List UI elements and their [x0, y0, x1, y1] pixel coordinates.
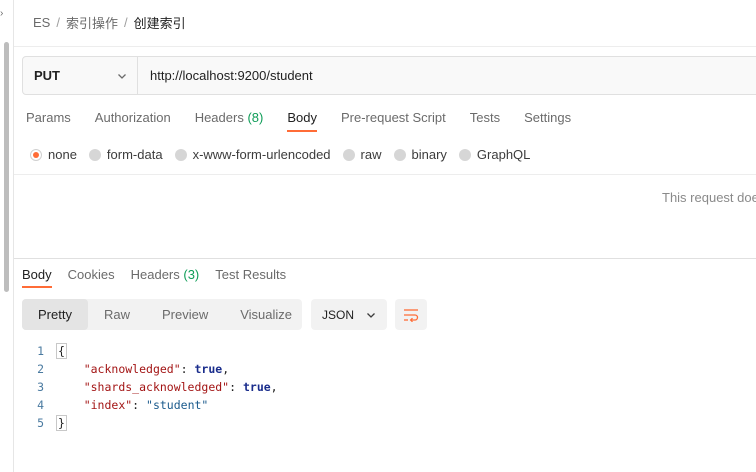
response-tab-cookies[interactable]: Cookies	[68, 267, 115, 288]
tab-settings[interactable]: Settings	[524, 110, 571, 132]
code-line: 2 "acknowledged": true,	[22, 360, 278, 378]
response-tab-headers[interactable]: Headers (3)	[131, 267, 200, 288]
tab-label: Body	[287, 110, 317, 125]
json-key: "index"	[83, 398, 133, 412]
breadcrumb-folder[interactable]: 索引操作	[66, 13, 118, 32]
radio-dot	[393, 148, 406, 161]
response-view-toggle: Pretty Raw Preview Visualize	[22, 299, 302, 330]
format-label: JSON	[322, 307, 355, 322]
response-format-select[interactable]: JSON	[311, 299, 387, 330]
radio-dot	[342, 148, 355, 161]
tab-label: Cookies	[67, 267, 115, 282]
response-tab-body[interactable]: Body	[22, 267, 52, 288]
wrap-lines-button[interactable]	[395, 299, 427, 330]
code-line: 1 {	[22, 342, 278, 360]
json-key: "shards_acknowledged"	[83, 380, 230, 394]
breadcrumb-request-name[interactable]: 创建索引	[134, 13, 186, 32]
breadcrumb-separator: /	[123, 15, 128, 30]
open-brace: {	[56, 343, 67, 359]
tab-count-badge: (8)	[247, 110, 264, 125]
json-comma: ,	[270, 380, 278, 394]
view-raw-button[interactable]: Raw	[88, 299, 146, 330]
tab-label: Headers	[194, 110, 244, 125]
sidebar-scrollbar[interactable]	[4, 42, 9, 292]
json-value: true	[242, 380, 271, 394]
no-body-message: This request doe	[662, 190, 756, 205]
line-number: 5	[37, 416, 44, 430]
radio-dot	[30, 148, 42, 161]
response-code-viewer[interactable]: 1 { 2 "acknowledged": true, 3 "shards_ac…	[22, 342, 278, 432]
tab-pre-request-script[interactable]: Pre-request Script	[341, 110, 446, 132]
tab-body[interactable]: Body	[287, 110, 317, 132]
json-comma: ,	[222, 362, 230, 376]
body-type-binary-radio[interactable]: binary	[393, 147, 447, 162]
breadcrumb: ES / 索引操作 / 创建索引	[33, 13, 186, 32]
breadcrumb-collection[interactable]: ES	[33, 15, 50, 30]
tab-authorization[interactable]: Authorization	[95, 110, 171, 132]
line-number: 3	[37, 380, 44, 394]
json-value: true	[194, 362, 223, 376]
url-bar: PUT	[22, 56, 756, 95]
radio-label: binary	[411, 147, 447, 162]
wrap-lines-icon	[404, 308, 419, 322]
radio-label: x-www-form-urlencoded	[192, 147, 331, 162]
body-type-urlencoded-radio[interactable]: x-www-form-urlencoded	[174, 147, 331, 162]
method-label: PUT	[34, 68, 60, 83]
chevron-down-icon	[118, 73, 126, 79]
method-select[interactable]: PUT	[23, 57, 138, 94]
view-preview-button[interactable]: Preview	[146, 299, 224, 330]
code-line: 3 "shards_acknowledged": true,	[22, 378, 278, 396]
code-text: "acknowledged": true,	[83, 362, 230, 376]
line-number: 2	[37, 362, 44, 376]
response-tab-test-results[interactable]: Test Results	[215, 267, 286, 288]
radio-dot	[458, 148, 471, 161]
line-number: 4	[37, 398, 44, 412]
tab-headers[interactable]: Headers (8)	[195, 110, 264, 132]
request-tabs: Params Authorization Headers (8) Body Pr…	[26, 110, 595, 132]
view-visualize-button[interactable]: Visualize	[224, 299, 308, 330]
header-divider	[14, 46, 756, 47]
radio-label: GraphQL	[476, 147, 531, 162]
tab-params[interactable]: Params	[26, 110, 71, 132]
radio-dot	[88, 148, 101, 161]
body-type-none-radio[interactable]: none	[30, 147, 77, 162]
tab-label: Settings	[524, 110, 572, 125]
url-input[interactable]	[138, 68, 638, 83]
code-line: 4 "index": "student"	[22, 396, 278, 414]
tab-label: Headers	[130, 267, 180, 282]
body-type-graphql-radio[interactable]: GraphQL	[458, 147, 531, 162]
tab-label: Params	[26, 110, 71, 125]
json-value: "student"	[146, 398, 209, 412]
close-brace: }	[56, 415, 67, 431]
breadcrumb-separator: /	[56, 15, 60, 30]
radio-label: none	[48, 147, 77, 162]
chevron-down-icon	[367, 312, 375, 318]
body-type-raw-radio[interactable]: raw	[342, 147, 382, 162]
collapse-chevron-icon[interactable]: ›	[0, 8, 3, 19]
tab-count-badge: (3)	[183, 267, 200, 282]
code-text: "index": "student"	[83, 398, 209, 412]
code-text: {	[56, 343, 67, 359]
response-tabs: Body Cookies Headers (3) Test Results	[22, 267, 302, 288]
body-divider	[14, 174, 756, 175]
radio-dot	[174, 148, 187, 161]
view-pretty-button[interactable]: Pretty	[22, 299, 88, 330]
json-key: "acknowledged"	[83, 362, 181, 376]
code-text: }	[56, 415, 67, 431]
body-type-options: none form-data x-www-form-urlencoded raw…	[30, 147, 542, 162]
tab-label: Authorization	[94, 110, 171, 125]
code-text: "shards_acknowledged": true,	[83, 380, 278, 394]
response-divider[interactable]	[14, 258, 756, 259]
radio-label: raw	[360, 147, 382, 162]
left-rail: ›	[0, 0, 14, 472]
line-number: 1	[37, 344, 44, 358]
tab-tests[interactable]: Tests	[470, 110, 500, 132]
radio-label: form-data	[106, 147, 163, 162]
body-type-form-data-radio[interactable]: form-data	[88, 147, 163, 162]
tab-label: Test Results	[215, 267, 287, 282]
code-line: 5 }	[22, 414, 278, 432]
tab-label: Tests	[469, 110, 501, 125]
tab-label: Body	[22, 267, 52, 282]
tab-label: Pre-request Script	[340, 110, 446, 125]
